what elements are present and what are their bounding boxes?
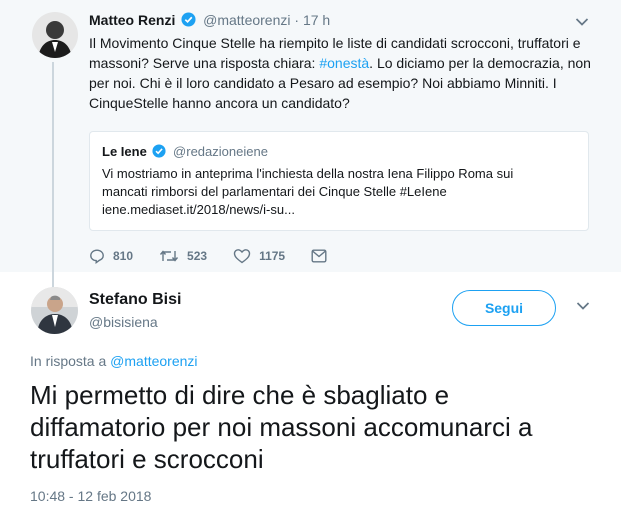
like-icon [233,249,251,264]
quoted-text-line: mancati rimborsi del parlamentari dei Ci… [102,184,447,199]
tweet-time[interactable]: 17 h [303,12,330,28]
thread-connector [52,272,54,287]
retweet-button[interactable]: 523 [159,248,207,264]
chevron-down-icon[interactable] [575,14,589,32]
retweet-count: 523 [187,249,208,263]
tweet-text: Il Movimento Cinque Stelle ha riempito l… [89,33,594,113]
parent-tweet[interactable]: Matteo Renzi @matteorenzi · 17 h Il Movi… [0,0,621,287]
hashtag-link[interactable]: #onestà [319,55,369,71]
reply-count: 810 [113,249,134,263]
quoted-author-handle: @redazioneiene [173,144,268,159]
thread-connector [52,62,54,287]
tweet-header: Matteo Renzi @matteorenzi · 17 h [89,12,330,30]
direct-message-button[interactable] [311,249,335,263]
like-button[interactable]: 1175 [233,248,285,264]
quoted-tweet[interactable]: Le Iene @redazioneiene Vi mostriamo in a… [89,131,589,231]
author-handle[interactable]: @matteorenzi [203,12,290,28]
reply-button[interactable]: 810 [89,248,133,264]
avatar[interactable] [32,12,78,58]
like-count: 1175 [259,249,286,263]
separator: · [294,12,300,28]
follow-button[interactable]: Segui [452,290,556,326]
quoted-tweet-text: Vi mostriamo in anteprima l'inchiesta de… [102,165,576,219]
tweet-actions: 810 523 1175 [89,246,361,266]
author-name[interactable]: Stefano Bisi [89,291,181,309]
direct-message-icon [311,249,327,263]
verified-icon [152,144,166,161]
tweet-timestamp[interactable]: 10:48 - 12 feb 2018 [30,488,151,504]
reply-handle-link[interactable]: @matteorenzi [110,353,197,369]
author-name[interactable]: Matteo Renzi [89,12,175,28]
tweet-text: Mi permetto di dire che è sbagliato e di… [30,380,533,474]
chevron-down-icon[interactable] [576,298,590,316]
quoted-text-line: Vi mostriamo in anteprima l'inchiesta de… [102,166,514,181]
quoted-link: iene.mediaset.it/2018/news/i-su... [102,202,295,217]
retweet-icon [159,250,179,262]
avatar[interactable] [31,287,78,334]
reply-context: In risposta a @matteorenzi [30,353,198,369]
quoted-tweet-header: Le Iene @redazioneiene [102,144,576,161]
reply-icon [90,249,104,264]
author-handle[interactable]: @bisisiena [89,314,158,330]
verified-icon [181,12,196,30]
quoted-author-name: Le Iene [102,144,147,159]
reply-prefix: In risposta a [30,353,111,369]
